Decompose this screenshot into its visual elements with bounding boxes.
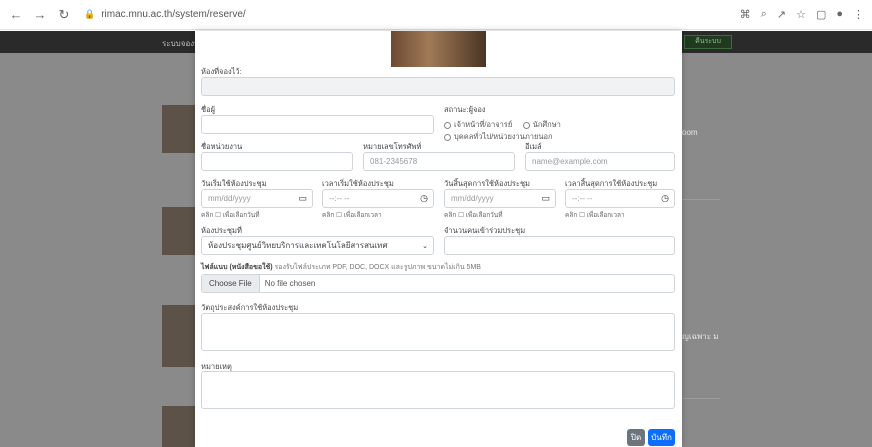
type-label: สถานะ:ผู้จอง [444,105,486,114]
url-text: rimac.mnu.ac.th/system/reserve/ [101,9,246,20]
close-button[interactable]: ปิด [627,429,645,446]
divider [680,199,720,200]
radio-icon [522,121,530,129]
room-photo [391,31,486,67]
reload-icon[interactable]: ↻ [56,7,72,23]
submit-button[interactable]: บันทึก [648,429,675,446]
browser-nav: ← → ↻ [8,7,72,23]
room-name-field [201,77,675,96]
clock-icon[interactable]: ◷ [420,193,428,204]
divider [680,398,720,399]
site-brand: ระบบจองห้ [162,39,200,48]
attendees-input[interactable] [444,236,675,255]
file-input[interactable]: Choose File No file chosen [201,274,675,293]
menu-icon[interactable]: ⋮ [853,8,864,21]
name-input[interactable] [201,115,434,134]
sidebar-icon[interactable]: ▢ [816,8,826,21]
type-radio-staff[interactable]: เจ้าหน้าที่/อาจารย์ [444,119,512,131]
type-radio-group: เจ้าหน้าที่/อาจารย์ นักศึกษา บุคคลทั่วไป… [444,119,682,143]
email-input[interactable]: name@example.com [525,152,675,171]
reserve-modal: ห้องที่จองไว้: ชื่อผู้ สถานะ:ผู้จอง เจ้า… [195,31,682,447]
forward-icon[interactable]: → [32,7,48,23]
room-text-fragment: ญเฉพาะ ม [682,332,719,341]
dept-input[interactable] [201,152,353,171]
end-date-hint: คลิก ☐ เพื่อเลือกวันที่ [444,212,503,219]
note-textarea[interactable] [201,371,675,409]
profile-icon[interactable]: ● [836,8,843,21]
zoom-icon[interactable]: ⌕ [761,8,767,21]
start-date-input[interactable]: mm/dd/yyyy ▭ [201,189,313,208]
choose-file-button[interactable]: Choose File [202,275,260,292]
end-date-input[interactable]: mm/dd/yyyy ▭ [444,189,556,208]
browser-toolbar: ← → ↻ 🔒 rimac.mnu.ac.th/system/reserve/ … [0,0,872,30]
room-text-fragment: oom [682,128,698,137]
share-icon[interactable]: ↗ [777,8,786,21]
file-status: No file chosen [264,279,316,288]
nav-button[interactable]: คืนระบบ [684,35,732,49]
room-thumbnail [162,406,196,447]
start-time-hint: คลิก ☐ เพื่อเลือกเวลา [322,212,382,219]
radio-icon [444,133,451,141]
bookmark-star-icon[interactable]: ☆ [796,8,806,21]
translate-icon[interactable]: ⌘ [740,8,751,21]
end-time-hint: คลิก ☐ เพื่อเลือกเวลา [565,212,625,219]
start-time-input[interactable]: --:-- -- ◷ [322,189,434,208]
browser-tools: ⌘ ⌕ ↗ ☆ ▢ ● ⋮ [740,8,864,21]
radio-icon [444,121,451,129]
address-bar[interactable]: 🔒 rimac.mnu.ac.th/system/reserve/ [84,9,246,20]
back-icon[interactable]: ← [8,7,24,23]
purpose-textarea[interactable] [201,313,675,351]
room-thumbnail [162,207,196,255]
room-thumbnail [162,105,196,153]
file-hint: รองรับไฟล์ประเภท PDF, DOC, DOCX และรูปภา… [274,264,481,271]
file-label-row: ไฟล์แนบ (หนังสือขอใช้) รองรับไฟล์ประเภท … [201,262,481,273]
file-label: ไฟล์แนบ (หนังสือขอใช้) [201,264,273,271]
room-select[interactable]: ห้องประชุมศูนย์วิทยบริการและเทคโนโลยีสาร… [201,236,434,255]
lock-icon: 🔒 [84,9,96,19]
type-radio-student[interactable]: นักศึกษา [522,119,561,131]
clock-icon[interactable]: ◷ [661,193,669,204]
calendar-icon[interactable]: ▭ [298,193,307,204]
calendar-icon[interactable]: ▭ [541,193,550,204]
start-date-hint: คลิก ☐ เพื่อเลือกวันที่ [201,212,260,219]
phone-input[interactable]: 081-2345678 [363,152,515,171]
chevron-down-icon: ⌄ [422,243,428,250]
end-time-input[interactable]: --:-- -- ◷ [565,189,675,208]
room-thumbnail [162,305,196,367]
